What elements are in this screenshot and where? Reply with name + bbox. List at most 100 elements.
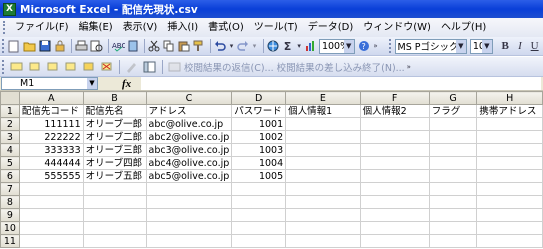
undo-icon[interactable] <box>214 38 227 54</box>
cell[interactable] <box>476 234 543 248</box>
cell[interactable] <box>359 117 430 131</box>
menu-insert[interactable]: 挿入(I) <box>162 19 203 36</box>
menu-tools[interactable]: ツール(T) <box>249 19 303 36</box>
paste-icon[interactable] <box>177 38 190 54</box>
cut-icon[interactable] <box>148 38 161 54</box>
cell[interactable] <box>18 221 84 235</box>
cell[interactable]: abc2@olive.co.jp <box>145 130 233 144</box>
ink-annotation-icon[interactable] <box>123 59 139 75</box>
chevron-down-icon[interactable]: ▼ <box>455 39 466 53</box>
format-painter-icon[interactable] <box>192 38 205 54</box>
cell[interactable] <box>428 195 478 209</box>
row-header[interactable]: 4 <box>0 143 20 157</box>
previous-comment-icon[interactable] <box>26 59 42 75</box>
cell[interactable]: abc@olive.co.jp <box>145 117 233 131</box>
cell[interactable] <box>359 195 430 209</box>
menu-window[interactable]: ウィンドウ(W) <box>358 19 436 36</box>
cell[interactable] <box>359 169 430 183</box>
cell[interactable] <box>476 156 543 170</box>
toolbar-grip[interactable] <box>388 39 392 53</box>
cell[interactable] <box>18 208 84 222</box>
cell[interactable] <box>231 182 287 196</box>
reply-icon[interactable] <box>166 59 182 75</box>
open-icon[interactable] <box>23 38 37 54</box>
cell[interactable] <box>285 221 361 235</box>
cell[interactable]: 1003 <box>231 143 287 157</box>
cell[interactable] <box>145 182 233 196</box>
cell[interactable] <box>359 208 430 222</box>
redo-dropdown-icon[interactable]: ▾ <box>251 38 257 54</box>
redo-icon[interactable] <box>237 38 250 54</box>
bold-button[interactable]: B <box>499 38 512 54</box>
cell[interactable] <box>231 221 287 235</box>
cell[interactable] <box>476 130 543 144</box>
excel-app-icon[interactable]: X <box>3 2 16 16</box>
cell[interactable] <box>285 143 361 157</box>
row-header[interactable]: 1 <box>0 104 20 118</box>
comment-icon[interactable] <box>8 59 24 75</box>
cell[interactable]: オリーブ四郎 <box>82 156 147 170</box>
cell[interactable]: 1005 <box>231 169 287 183</box>
column-header-f[interactable]: F <box>359 91 430 105</box>
select-all-corner[interactable] <box>0 91 20 105</box>
cell[interactable]: オリーブ五郎 <box>82 169 147 183</box>
cell[interactable]: 1002 <box>231 130 287 144</box>
cell[interactable] <box>231 234 287 248</box>
menu-help[interactable]: ヘルプ(H) <box>436 19 491 36</box>
sort-icon[interactable] <box>304 38 317 54</box>
toolbar-options-icon[interactable]: » <box>372 38 378 54</box>
cell[interactable]: 1004 <box>231 156 287 170</box>
chevron-down-icon[interactable]: ▼ <box>343 39 354 53</box>
cell[interactable] <box>428 169 478 183</box>
cell[interactable]: abc4@olive.co.jp <box>145 156 233 170</box>
chevron-down-icon[interactable]: ▼ <box>481 39 492 53</box>
column-header-g[interactable]: G <box>428 91 478 105</box>
delete-comment-icon[interactable] <box>98 59 114 75</box>
cell[interactable] <box>285 130 361 144</box>
spelling-icon[interactable]: ABC <box>112 38 125 54</box>
cell[interactable]: アドレス <box>145 104 233 118</box>
row-header[interactable]: 2 <box>0 117 20 131</box>
menubar-grip[interactable] <box>3 21 6 34</box>
cell[interactable] <box>476 221 543 235</box>
save-icon[interactable] <box>39 38 52 54</box>
cell[interactable] <box>428 156 478 170</box>
research-icon[interactable] <box>127 38 140 54</box>
column-header-h[interactable]: H <box>476 91 543 105</box>
permission-icon[interactable] <box>53 38 66 54</box>
copy-icon[interactable] <box>163 38 176 54</box>
cell[interactable] <box>428 117 478 131</box>
cell[interactable] <box>428 221 478 235</box>
cell[interactable]: 個人情報1 <box>285 104 361 118</box>
cell[interactable]: 配信先コード <box>18 104 84 118</box>
chevron-down-icon[interactable]: ▼ <box>87 78 97 89</box>
cell[interactable] <box>285 117 361 131</box>
cell[interactable] <box>476 182 543 196</box>
cell[interactable] <box>18 182 84 196</box>
cell[interactable] <box>359 130 430 144</box>
cell[interactable] <box>231 195 287 209</box>
column-header-e[interactable]: E <box>285 91 361 105</box>
cell[interactable] <box>145 234 233 248</box>
row-header[interactable]: 6 <box>0 169 20 183</box>
next-comment-icon[interactable] <box>44 59 60 75</box>
menu-data[interactable]: データ(D) <box>303 19 359 36</box>
autosum-icon[interactable]: Σ <box>281 38 294 54</box>
row-header[interactable]: 11 <box>0 234 20 248</box>
toolbar-grip[interactable] <box>2 39 5 53</box>
cell[interactable] <box>285 234 361 248</box>
column-header-d[interactable]: D <box>231 91 287 105</box>
cell[interactable]: フラグ <box>428 104 478 118</box>
cell[interactable] <box>428 208 478 222</box>
cell[interactable]: オリーブ一郎 <box>82 117 147 131</box>
cell[interactable] <box>82 234 147 248</box>
cell[interactable]: abc3@olive.co.jp <box>145 143 233 157</box>
formula-input[interactable] <box>141 77 542 90</box>
menu-view[interactable]: 表示(V) <box>118 19 163 36</box>
cell[interactable] <box>476 195 543 209</box>
cell[interactable] <box>18 195 84 209</box>
row-header[interactable]: 10 <box>0 221 20 235</box>
cell[interactable] <box>428 143 478 157</box>
reviewing-pane-icon[interactable] <box>141 59 157 75</box>
font-size-select[interactable]: 10 ▼ <box>469 38 493 54</box>
